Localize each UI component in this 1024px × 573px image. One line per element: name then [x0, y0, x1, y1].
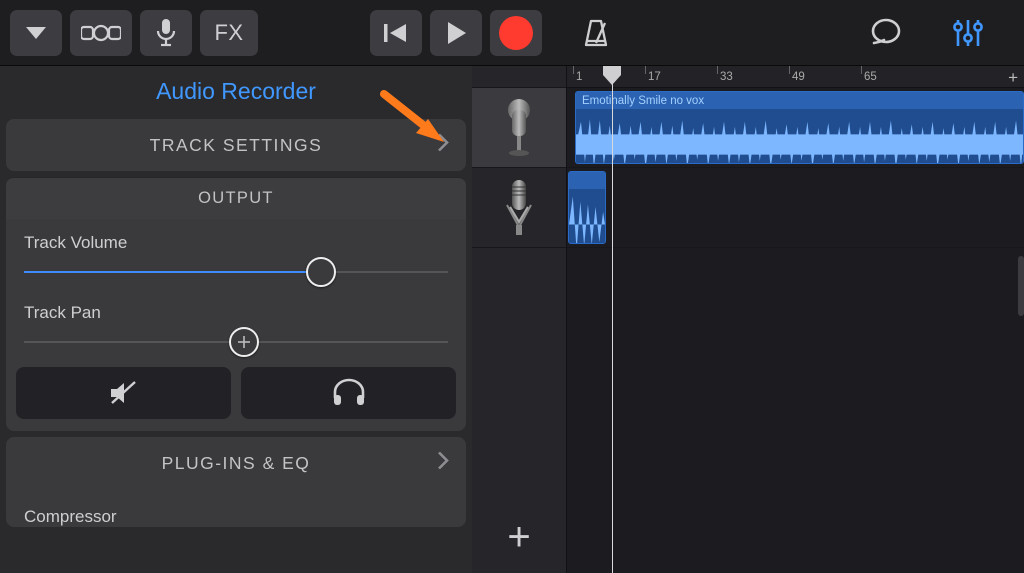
ruler-mark: 33 [717, 66, 789, 87]
add-track-button[interactable]: + [507, 517, 530, 557]
audio-region-2[interactable] [568, 171, 606, 244]
mixer-button[interactable] [950, 15, 986, 51]
track-view-button[interactable] [70, 10, 132, 56]
metronome-button[interactable] [578, 15, 614, 51]
fx-button[interactable]: FX [200, 10, 258, 56]
ruler-mark: 49 [789, 66, 861, 87]
microphone-button[interactable] [140, 10, 192, 56]
plugins-eq-row[interactable]: PLUG-INS & EQ [6, 437, 466, 489]
waveform-icon [569, 189, 605, 244]
track-lane-2[interactable] [567, 168, 1024, 248]
ruler[interactable]: 1 17 33 49 65 + [567, 66, 1024, 88]
track-volume-label: Track Volume [24, 233, 448, 253]
playhead[interactable] [612, 66, 613, 573]
playhead-handle-icon[interactable] [603, 66, 621, 84]
play-button[interactable] [430, 10, 482, 56]
toolbar: FX [0, 0, 1024, 66]
track-settings-row[interactable]: TRACK SETTINGS [6, 119, 466, 171]
chevron-right-icon [436, 450, 450, 477]
timeline: 1 17 33 49 65 + Emotinally Smile no vox [567, 66, 1024, 573]
track-volume-slider[interactable] [24, 271, 448, 273]
settings-panel: Audio Recorder TRACK SETTINGS OUTPUT Tra… [0, 66, 472, 573]
audio-region-1[interactable]: Emotinally Smile no vox [575, 91, 1024, 164]
loop-button[interactable] [868, 15, 904, 51]
panel-disclose-button[interactable] [10, 10, 62, 56]
fx-label: FX [214, 20, 243, 46]
rewind-button[interactable] [370, 10, 422, 56]
compressor-label: Compressor [6, 489, 466, 527]
track-pan-slider[interactable] [24, 341, 448, 343]
scrollbar-thumb[interactable] [1018, 256, 1024, 316]
track-settings-label: TRACK SETTINGS [150, 135, 323, 156]
track-lane-1[interactable]: Emotinally Smile no vox [567, 88, 1024, 168]
track-pan-label: Track Pan [24, 303, 448, 323]
record-button[interactable] [490, 10, 542, 56]
track-header-column: + [472, 66, 567, 573]
waveform-icon [576, 109, 1023, 164]
record-icon [499, 16, 533, 50]
region-title: Emotinally Smile no vox [582, 95, 704, 107]
plugins-eq-label: PLUG-INS & EQ [162, 453, 311, 474]
output-header: OUTPUT [6, 177, 466, 219]
monitor-button[interactable] [241, 367, 456, 419]
chevron-right-icon [436, 132, 450, 159]
microphone-icon [500, 98, 538, 158]
output-label: OUTPUT [198, 189, 274, 208]
track-header-2[interactable] [472, 168, 566, 248]
condenser-mic-icon [500, 177, 538, 239]
zoom-add-button[interactable]: + [1008, 68, 1018, 88]
ruler-mark: 65 [861, 66, 933, 87]
track-header-1[interactable] [472, 88, 566, 168]
mute-button[interactable] [16, 367, 231, 419]
ruler-mark: 17 [645, 66, 717, 87]
panel-title: Audio Recorder [6, 72, 466, 113]
